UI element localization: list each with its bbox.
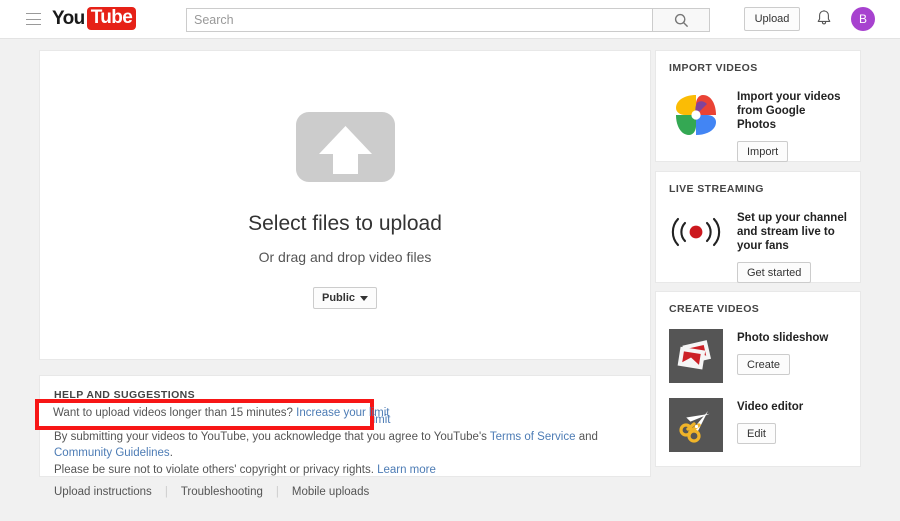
annotation-increase-limit-link[interactable]: Increase your limit bbox=[296, 407, 389, 419]
edit-video-button[interactable]: Edit bbox=[737, 423, 776, 444]
community-guidelines-link[interactable]: Community Guidelines bbox=[54, 447, 170, 459]
search-icon bbox=[674, 13, 689, 28]
file-drop-zone[interactable]: Select files to upload Or drag and drop … bbox=[40, 51, 650, 359]
import-videos-body: Import your videos from Google Photos Im… bbox=[737, 88, 847, 162]
google-photos-icon bbox=[669, 88, 723, 162]
import-videos-text: Import your videos from Google Photos bbox=[737, 90, 847, 132]
live-broadcast-icon bbox=[669, 209, 723, 283]
import-videos-heading: IMPORT VIDEOS bbox=[669, 62, 847, 74]
import-videos-row: Import your videos from Google Photos Im… bbox=[669, 88, 847, 162]
privacy-dropdown-value: Public bbox=[322, 292, 355, 304]
video-editor-body: Video editor Edit bbox=[737, 398, 803, 452]
link-separator: | bbox=[165, 486, 168, 498]
upload-arrow-icon bbox=[296, 112, 395, 182]
search-button[interactable] bbox=[653, 8, 710, 32]
photo-slideshow-body: Photo slideshow Create bbox=[737, 329, 828, 383]
avatar[interactable]: B bbox=[851, 7, 875, 31]
get-started-button[interactable]: Get started bbox=[737, 262, 811, 283]
video-editor-row: Video editor Edit bbox=[669, 398, 847, 452]
scissors-icon bbox=[669, 398, 723, 452]
photo-slideshow-text: Photo slideshow bbox=[737, 331, 828, 345]
live-streaming-heading: LIVE STREAMING bbox=[669, 183, 847, 195]
troubleshooting-link[interactable]: Troubleshooting bbox=[181, 486, 263, 498]
page-title: Select files to upload bbox=[248, 212, 442, 236]
copyright-line: Please be sure not to violate others' co… bbox=[54, 462, 636, 478]
annotation-limit-text: Want to upload videos longer than 15 min… bbox=[53, 407, 293, 419]
help-heading: HELP AND SUGGESTIONS bbox=[54, 389, 636, 401]
drag-drop-hint: Or drag and drop video files bbox=[259, 249, 432, 265]
create-slideshow-button[interactable]: Create bbox=[737, 354, 790, 375]
terms-of-service-link[interactable]: Terms of Service bbox=[490, 431, 576, 443]
create-videos-heading: CREATE VIDEOS bbox=[669, 303, 847, 315]
search-bar bbox=[186, 8, 710, 32]
privacy-dropdown[interactable]: Public bbox=[313, 287, 377, 309]
terms-prefix-text: By submitting your videos to YouTube, yo… bbox=[54, 431, 490, 443]
photo-slideshow-row: Photo slideshow Create bbox=[669, 329, 847, 383]
hamburger-icon[interactable] bbox=[26, 13, 41, 25]
import-button[interactable]: Import bbox=[737, 141, 788, 162]
terms-line: By submitting your videos to YouTube, yo… bbox=[54, 429, 636, 461]
photo-slideshow-icon bbox=[669, 329, 723, 383]
terms-and-text: and bbox=[576, 431, 598, 443]
learn-more-link[interactable]: Learn more bbox=[377, 464, 436, 476]
annotation-highlighted-line: Want to upload videos longer than 15 min… bbox=[53, 405, 389, 421]
logo-tube-text: Tube bbox=[87, 7, 137, 30]
live-streaming-row: Set up your channel and stream live to y… bbox=[669, 209, 847, 283]
mobile-uploads-link[interactable]: Mobile uploads bbox=[292, 486, 369, 498]
help-and-suggestions-card: HELP AND SUGGESTIONS Want to upload vide… bbox=[39, 375, 651, 477]
copyright-text: Please be sure not to violate others' co… bbox=[54, 464, 377, 476]
top-header: You Tube Upload B bbox=[0, 0, 900, 39]
import-videos-card: IMPORT VIDEOS Import your videos from Go… bbox=[655, 50, 861, 162]
youtube-logo[interactable]: You Tube bbox=[52, 7, 136, 30]
terms-suffix-text: . bbox=[170, 447, 173, 459]
chevron-down-icon bbox=[360, 296, 368, 301]
upload-button[interactable]: Upload bbox=[744, 7, 800, 31]
link-separator: | bbox=[276, 486, 279, 498]
search-input[interactable] bbox=[186, 8, 653, 32]
live-streaming-body: Set up your channel and stream live to y… bbox=[737, 209, 847, 283]
live-streaming-text: Set up your channel and stream live to y… bbox=[737, 211, 847, 253]
bell-icon[interactable] bbox=[816, 9, 832, 32]
upload-card: Select files to upload Or drag and drop … bbox=[39, 50, 651, 360]
upload-instructions-link[interactable]: Upload instructions bbox=[54, 486, 152, 498]
create-videos-card: CREATE VIDEOS Photo slideshow Create bbox=[655, 291, 861, 467]
logo-you-text: You bbox=[52, 7, 85, 30]
video-editor-text: Video editor bbox=[737, 400, 803, 414]
help-footer-links: Upload instructions | Troubleshooting | … bbox=[54, 486, 636, 498]
live-streaming-card: LIVE STREAMING Set up your channel and s… bbox=[655, 171, 861, 283]
